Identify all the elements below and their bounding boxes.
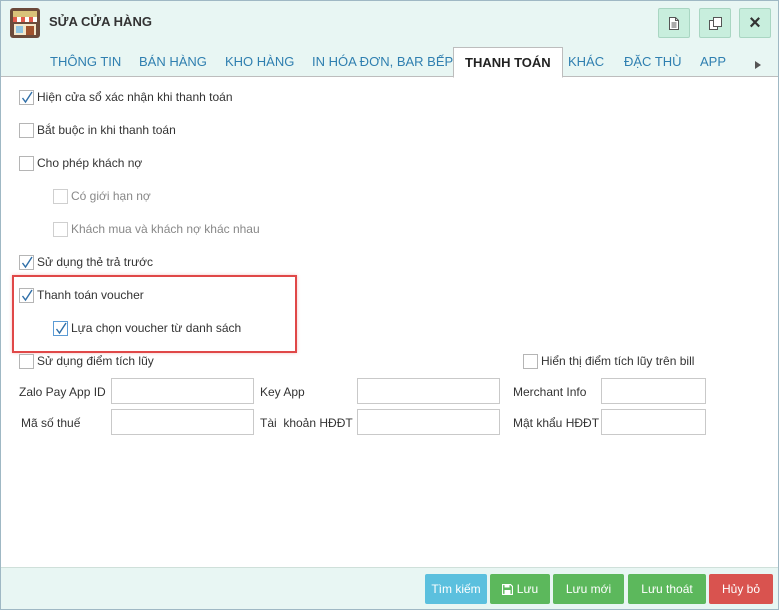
key-app-input[interactable]	[357, 378, 500, 404]
tax-code-label: Mã số thuế	[21, 416, 81, 430]
dialog-titlebar: SỬA CỬA HÀNG ×	[1, 1, 778, 43]
document-icon	[669, 16, 679, 30]
option-label: Hiện cửa sổ xác nhận khi thanh toán	[37, 90, 233, 104]
option-label: Sử dụng điểm tích lũy	[37, 354, 154, 368]
document-button[interactable]	[658, 8, 690, 38]
tab-thong-tin[interactable]: THÔNG TIN	[50, 54, 121, 69]
checkbox[interactable]	[523, 353, 538, 369]
tab-thanh-toan[interactable]: THANH TOÁN	[453, 47, 563, 78]
option-confirm-window[interactable]: Hiện cửa sổ xác nhận khi thanh toán	[19, 89, 233, 105]
check-icon	[21, 256, 33, 268]
checkbox[interactable]	[19, 287, 34, 303]
search-button[interactable]: Tìm kiếm	[425, 574, 487, 604]
checkbox	[53, 221, 68, 237]
settings-tabs: THÔNG TIN BÁN HÀNG KHO HÀNG IN HÓA ĐƠN, …	[1, 43, 778, 78]
cancel-button[interactable]: Hủy bỏ	[709, 574, 773, 604]
zalo-app-id-input[interactable]	[111, 378, 254, 404]
option-allow-debt[interactable]: Cho phép khách nợ	[19, 155, 142, 171]
option-label: Thanh toán voucher	[37, 288, 144, 302]
checkbox[interactable]	[19, 254, 34, 270]
save-exit-button-label: Lưu thoát	[641, 582, 693, 596]
merchant-info-input[interactable]	[601, 378, 706, 404]
store-icon	[10, 8, 40, 38]
store-edit-dialog: SỬA CỬA HÀNG × THÔNG TIN BÁN HÀNG KHO HÀ…	[0, 0, 779, 610]
option-label: Có giới hạn nợ	[71, 189, 151, 203]
close-icon: ×	[749, 12, 761, 34]
save-button-label: Lưu	[516, 582, 539, 596]
checkbox[interactable]	[19, 353, 34, 369]
checkbox[interactable]	[19, 122, 34, 138]
cancel-button-label: Hủy bỏ	[721, 582, 761, 596]
checkbox[interactable]	[19, 155, 34, 171]
option-label: Sử dụng thẻ trả trước	[37, 255, 153, 269]
option-label: Khách mua và khách nợ khác nhau	[71, 222, 260, 236]
save-exit-button[interactable]: Lưu thoát	[628, 574, 706, 604]
option-voucher-payment[interactable]: Thanh toán voucher	[19, 287, 144, 303]
option-use-points[interactable]: Sử dụng điểm tích lũy	[19, 353, 154, 369]
floppy-disk-icon	[501, 583, 513, 595]
einvoice-account-input[interactable]	[357, 409, 500, 435]
checkbox	[53, 188, 68, 204]
check-icon	[55, 322, 67, 334]
tab-scroll-right-icon[interactable]	[753, 60, 763, 70]
tab-app[interactable]: APP	[700, 54, 726, 69]
copy-button[interactable]	[699, 8, 731, 38]
einvoice-password-input[interactable]	[601, 409, 706, 435]
zalo-app-id-label: Zalo Pay App ID	[19, 385, 106, 399]
tax-code-input[interactable]	[111, 409, 254, 435]
save-new-button-label: Lưu mới	[565, 582, 612, 596]
einvoice-account-label: Tài khoản HĐĐT	[260, 416, 353, 430]
tab-kho-hang[interactable]: KHO HÀNG	[225, 54, 294, 69]
search-button-label: Tìm kiếm	[431, 582, 481, 596]
copy-icon	[708, 16, 722, 30]
dialog-title: SỬA CỬA HÀNG	[49, 14, 152, 29]
option-show-points-on-bill[interactable]: Hiển thị điểm tích lũy trên bill	[523, 353, 694, 369]
option-prepaid-card[interactable]: Sử dụng thẻ trả trước	[19, 254, 153, 270]
merchant-info-label: Merchant Info	[513, 385, 587, 399]
check-icon	[21, 91, 33, 103]
option-voucher-from-list[interactable]: Lựa chọn voucher từ danh sách	[53, 320, 241, 336]
tab-dac-thu[interactable]: ĐẶC THÙ	[624, 54, 682, 69]
einvoice-password-label: Mật khẩu HĐĐT	[513, 416, 600, 430]
key-app-label: Key App	[260, 385, 305, 399]
close-button[interactable]: ×	[739, 8, 771, 38]
save-new-button[interactable]: Lưu mới	[553, 574, 624, 604]
checkbox[interactable]	[53, 320, 68, 336]
option-label: Bắt buộc in khi thanh toán	[37, 123, 176, 137]
option-label: Hiển thị điểm tích lũy trên bill	[541, 354, 695, 368]
tab-in-hoa-don[interactable]: IN HÓA ĐƠN, BAR BẾP	[312, 54, 453, 69]
option-force-print[interactable]: Bắt buộc in khi thanh toán	[19, 122, 176, 138]
option-label: Lựa chọn voucher từ danh sách	[71, 321, 242, 335]
tab-ban-hang[interactable]: BÁN HÀNG	[139, 54, 207, 69]
option-label: Cho phép khách nợ	[37, 156, 143, 170]
tab-khac[interactable]: KHÁC	[568, 54, 604, 69]
option-buyer-debtor-diff: Khách mua và khách nợ khác nhau	[53, 221, 260, 237]
save-button[interactable]: Lưu	[490, 574, 550, 604]
check-icon	[21, 289, 33, 301]
option-debt-limit: Có giới hạn nợ	[53, 188, 151, 204]
checkbox[interactable]	[19, 89, 34, 105]
